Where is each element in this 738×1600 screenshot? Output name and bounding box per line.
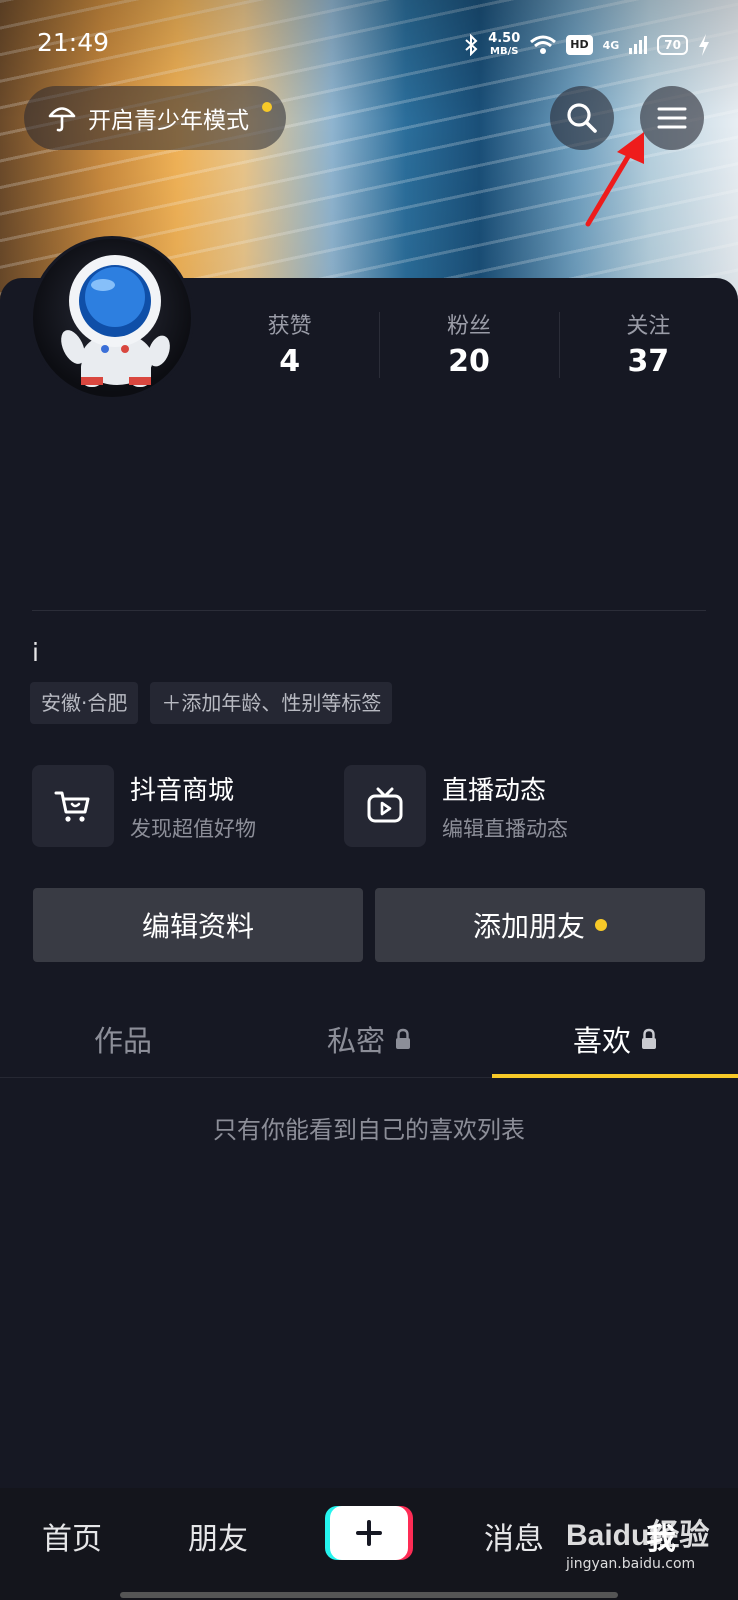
- signal-icon: [629, 36, 648, 54]
- teen-mode-button[interactable]: 开启青少年模式: [24, 86, 286, 150]
- profile-divider: [32, 610, 706, 611]
- notification-dot: [262, 102, 272, 112]
- annotation-arrow-icon: [585, 132, 644, 227]
- active-tab-indicator: [492, 1074, 738, 1078]
- add-friends-label: 添加朋友: [472, 910, 585, 943]
- following-stat[interactable]: 关注 37: [558, 300, 738, 380]
- likes-stat[interactable]: 获赞 4: [200, 300, 379, 380]
- douyin-mall-entry[interactable]: 抖音商城 发现超值好物: [32, 764, 256, 848]
- plus-icon: [356, 1520, 382, 1546]
- avatar[interactable]: [30, 236, 194, 400]
- network-speed-value: 4.50: [488, 31, 521, 46]
- feature-title: 抖音商城: [130, 775, 235, 806]
- hd-badge: HD: [566, 35, 593, 55]
- stat-label: 粉丝: [446, 314, 491, 339]
- watermark-brand: Baidu经验: [566, 1519, 710, 1552]
- stat-value: 20: [448, 344, 490, 379]
- teen-mode-label: 开启青少年模式: [88, 108, 249, 134]
- content-tabs: 作品 私密 喜欢: [0, 1000, 738, 1078]
- stat-label: 关注: [626, 314, 671, 339]
- tab-label: 私密: [326, 1024, 385, 1058]
- stat-label: 获赞: [267, 314, 312, 339]
- stat-value: 37: [627, 344, 670, 379]
- tab-likes[interactable]: 喜欢: [492, 1000, 738, 1078]
- bluetooth-icon: [465, 34, 478, 56]
- network-type: 4G: [602, 38, 620, 52]
- status-time: 21:49: [37, 28, 110, 57]
- feature-entries: 抖音商城 发现超值好物 直播动态 编辑直播动态: [32, 764, 722, 848]
- battery-indicator: 70: [657, 35, 688, 55]
- status-icons: 4.50 MB/S HD 4G 70: [464, 32, 710, 58]
- edit-profile-button[interactable]: 编辑资料: [33, 888, 363, 962]
- nav-messages[interactable]: 消息: [484, 1514, 544, 1558]
- charging-icon: [699, 34, 709, 56]
- baidu-watermark: Baidu经验 jingyan.baidu.com: [566, 1510, 709, 1572]
- lock-icon: [642, 1028, 656, 1049]
- umbrella-icon: [48, 107, 76, 132]
- add-tags-button[interactable]: ＋添加年龄、性别等标签: [150, 682, 393, 724]
- create-post-button[interactable]: [330, 1506, 408, 1560]
- live-updates-entry[interactable]: 直播动态 编辑直播动态: [344, 764, 568, 848]
- astronaut-avatar-image: [61, 255, 170, 387]
- status-bar: 21:49 4.50 MB/S HD 4G 70: [0, 0, 738, 90]
- notification-dot: [595, 919, 607, 931]
- add-friends-button[interactable]: 添加朋友: [375, 888, 705, 962]
- nav-friends[interactable]: 朋友: [188, 1514, 248, 1558]
- wifi-icon: [530, 35, 557, 54]
- cart-icon-box: [32, 765, 114, 847]
- followers-stat[interactable]: 粉丝 20: [379, 300, 558, 380]
- feature-title: 直播动态: [442, 775, 547, 806]
- profile-nickname[interactable]: i: [32, 638, 39, 667]
- cart-icon: [54, 791, 90, 822]
- feature-subtitle: 发现超值好物: [130, 816, 256, 841]
- location-tag[interactable]: 安徽·合肥: [30, 682, 139, 724]
- watermark-url: jingyan.baidu.com: [566, 1556, 696, 1572]
- edit-profile-label: 编辑资料: [141, 910, 254, 943]
- empty-likes-hint: 只有你能看到自己的喜欢列表: [213, 1116, 525, 1144]
- network-speed: 4.50 MB/S: [488, 32, 520, 58]
- feature-subtitle: 编辑直播动态: [442, 816, 568, 841]
- tv-icon: [367, 787, 403, 823]
- stat-value: 4: [279, 344, 301, 379]
- nav-home[interactable]: 首页: [42, 1514, 102, 1558]
- tab-label: 作品: [93, 1024, 152, 1058]
- tv-icon-box: [344, 765, 426, 847]
- menu-icon: [657, 107, 687, 129]
- profile-stats: 获赞 4 粉丝 20 关注 37: [200, 300, 738, 380]
- home-indicator[interactable]: [120, 1592, 618, 1598]
- lock-icon: [396, 1028, 410, 1049]
- profile-tags: 安徽·合肥 ＋添加年龄、性别等标签: [30, 682, 393, 724]
- network-speed-unit: MB/S: [490, 46, 519, 57]
- tab-works[interactable]: 作品: [0, 1000, 246, 1078]
- tab-label: 喜欢: [572, 1024, 631, 1058]
- tab-private[interactable]: 私密: [246, 1000, 492, 1078]
